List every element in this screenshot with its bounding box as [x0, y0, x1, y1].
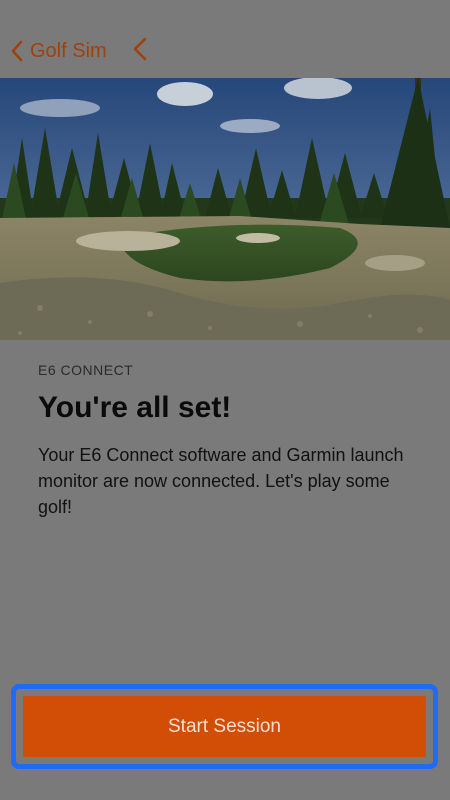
eyebrow-label: E6 CONNECT	[38, 362, 134, 378]
screen: Golf Sim E6 CONNECT You're all set! Your…	[0, 0, 450, 800]
navigation-bar: Golf Sim	[0, 0, 450, 78]
back-button[interactable]: Golf Sim	[10, 36, 107, 66]
chevron-left-icon	[10, 40, 24, 62]
page-title: You're all set!	[38, 391, 232, 424]
hero-image	[0, 78, 450, 340]
nav-back-chevron-button[interactable]	[129, 36, 151, 66]
start-session-button[interactable]: Start Session	[23, 696, 426, 757]
chevron-left-icon	[132, 37, 148, 66]
start-session-highlight: Start Session	[11, 684, 438, 769]
body-text: Your E6 Connect software and Garmin laun…	[38, 445, 404, 517]
back-button-label: Golf Sim	[30, 39, 107, 62]
content-section: E6 CONNECT You're all set! Your E6 Conne…	[38, 360, 423, 520]
